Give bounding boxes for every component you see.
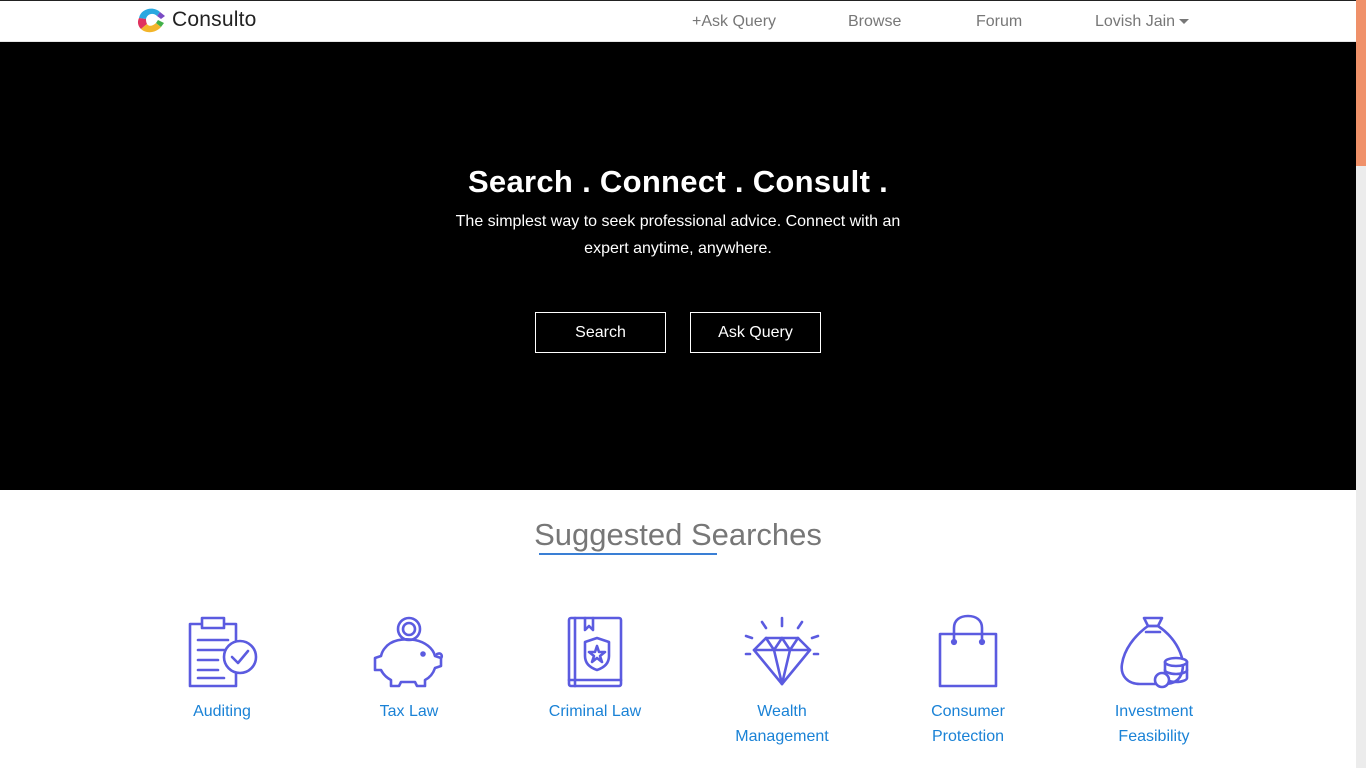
hero-subtitle: The simplest way to seek professional ad… [455, 213, 901, 257]
shopping-bag-icon [938, 614, 998, 688]
category-label: Investment Feasibility [1114, 703, 1194, 745]
consulto-logo-icon [137, 8, 165, 33]
category-auditing[interactable]: Auditing [142, 614, 302, 724]
hero-ask-query-button[interactable]: Ask Query [690, 312, 821, 353]
category-label: Consumer Protection [931, 703, 1005, 745]
nav-ask-query-link[interactable]: +Ask Query [692, 13, 776, 31]
category-label: Wealth Management [735, 703, 829, 745]
category-label: Auditing [193, 703, 251, 720]
scrollbar[interactable] [1356, 0, 1366, 768]
category-criminal-law[interactable]: Criminal Law [515, 614, 675, 724]
nav-forum-link[interactable]: Forum [976, 13, 1022, 31]
title-underline [539, 553, 717, 555]
money-bag-icon [1120, 616, 1189, 689]
clipboard-check-icon [188, 616, 258, 688]
suggested-searches-title: Suggested Searches [534, 517, 822, 552]
category-tax-law[interactable]: Tax Law [329, 614, 489, 724]
law-book-icon [567, 616, 623, 688]
hero-title: Search . Connect . Consult . [467, 164, 889, 199]
nav-browse-link[interactable]: Browse [848, 13, 901, 31]
hero-search-button[interactable]: Search [535, 312, 666, 353]
category-consumer-protection[interactable]: Consumer Protection [888, 614, 1048, 749]
caret-down-icon [1179, 19, 1190, 25]
page: Consulto +Ask Query Browse Forum Lovish … [0, 0, 1356, 768]
top-navbar: Consulto +Ask Query Browse Forum Lovish … [0, 0, 1356, 42]
brand-name: Consulto [172, 8, 257, 31]
category-investment-feasibility[interactable]: Investment Feasibility [1074, 614, 1234, 749]
hero-section: Search . Connect . Consult . The simples… [0, 42, 1356, 490]
brand[interactable]: Consulto [136, 7, 256, 33]
category-label: Criminal Law [548, 703, 642, 720]
user-name: Lovish Jain [1095, 13, 1176, 30]
category-wealth-management[interactable]: Wealth Management [702, 614, 862, 749]
scrollbar-thumb[interactable] [1356, 0, 1366, 166]
user-menu-dropdown[interactable]: Lovish Jain [1095, 13, 1190, 31]
category-label: Tax Law [379, 703, 439, 720]
diamond-icon [744, 616, 820, 686]
piggy-bank-icon [373, 616, 444, 688]
